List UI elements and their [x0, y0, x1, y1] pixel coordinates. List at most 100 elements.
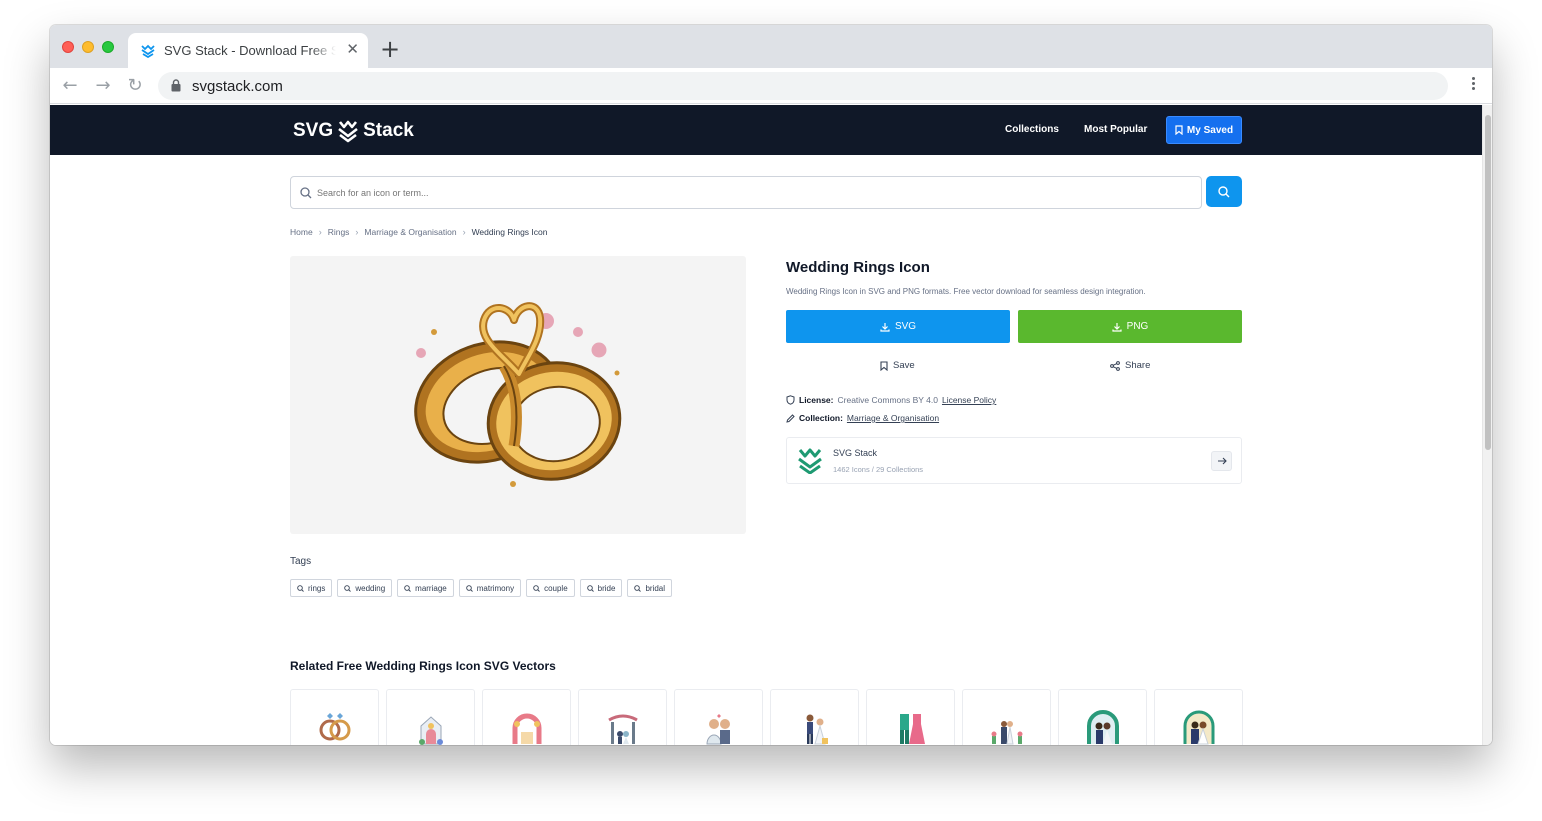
license-value: Creative Commons BY 4.0 — [837, 395, 938, 405]
outfits-icon — [900, 714, 925, 744]
couple-icon — [706, 714, 730, 745]
breadcrumb-rings[interactable]: Rings — [328, 227, 350, 237]
reload-icon[interactable]: ↻ — [123, 74, 147, 98]
logo-text-svg: SVG — [293, 120, 334, 141]
groom-bride-icon — [806, 714, 828, 745]
icon-description: Wedding Rings Icon in SVG and PNG format… — [786, 287, 1146, 296]
chevron-right-icon: › — [318, 227, 322, 237]
related-grid — [290, 689, 1243, 745]
tag-label: matrimony — [476, 583, 515, 593]
page-viewport: SVG Stack Collections Most Popular My Sa… — [50, 105, 1482, 745]
shield-icon — [786, 395, 795, 405]
share-icon — [1110, 360, 1120, 371]
svgstack-favicon-icon — [141, 44, 155, 58]
share-label: Share — [1125, 360, 1151, 371]
couple-portrait-icon — [1183, 710, 1215, 745]
related-card[interactable] — [290, 689, 379, 745]
tag-label: rings — [308, 583, 326, 593]
search-icon — [586, 584, 594, 592]
browser-menu-icon[interactable] — [1472, 77, 1476, 95]
collection-row: Collection: Marriage & Organisation — [786, 413, 939, 423]
minimize-window-button[interactable] — [82, 41, 94, 53]
site-logo[interactable]: SVG Stack — [293, 118, 414, 144]
tab-title: SVG Stack - Download Free SVG Icons — [164, 43, 336, 58]
related-card[interactable] — [674, 689, 763, 745]
search-icon — [344, 584, 352, 592]
scrollbar-thumb[interactable] — [1485, 115, 1491, 450]
search-icon — [1218, 185, 1230, 197]
close-window-button[interactable] — [62, 41, 74, 53]
tag-label: bride — [597, 583, 616, 593]
forward-arrow-icon[interactable]: → — [91, 74, 115, 98]
download-svg-button[interactable]: SVG — [786, 310, 1010, 343]
tag-label: couple — [544, 583, 568, 593]
search-button[interactable] — [1206, 176, 1242, 207]
breadcrumb-home[interactable]: Home — [290, 227, 313, 237]
collection-label: Collection: — [799, 413, 843, 423]
breadcrumb-collection[interactable]: Marriage & Organisation — [364, 227, 456, 237]
tag-marriage[interactable]: marriage — [397, 579, 454, 597]
tab-strip: SVG Stack - Download Free SVG Icons ✕ + — [50, 25, 1492, 68]
license-label: License: — [799, 395, 834, 405]
download-icon — [1112, 322, 1122, 332]
tag-couple[interactable]: couple — [526, 579, 575, 597]
related-card[interactable] — [866, 689, 955, 745]
page-scrollbar[interactable] — [1482, 105, 1492, 745]
couple-arch-icon — [1087, 710, 1119, 744]
collection-card[interactable]: SVG Stack 1462 Icons / 29 Collections — [786, 437, 1242, 484]
close-tab-icon[interactable]: ✕ — [346, 41, 359, 59]
url-text: svgstack.com — [192, 78, 283, 95]
share-button[interactable]: Share — [1110, 360, 1150, 371]
save-button[interactable]: Save — [880, 360, 915, 371]
collection-link[interactable]: Marriage & Organisation — [847, 413, 939, 423]
tag-wedding[interactable]: wedding — [337, 579, 393, 597]
breadcrumb: Home › Rings › Marriage & Organisation ›… — [290, 227, 547, 237]
search-icon — [297, 584, 304, 592]
back-arrow-icon[interactable]: ← — [58, 74, 82, 98]
tag-rings[interactable]: rings — [290, 579, 333, 597]
browser-tab-active[interactable]: SVG Stack - Download Free SVG Icons ✕ — [128, 33, 368, 68]
tag-bride[interactable]: bride — [579, 579, 623, 597]
related-card[interactable] — [578, 689, 667, 745]
collection-card-stats: 1462 Icons / 29 Collections — [833, 465, 924, 474]
related-card[interactable] — [386, 689, 475, 745]
search-icon — [533, 584, 540, 592]
tag-list: rings wedding marriage matrimony couple … — [290, 579, 673, 597]
arrow-right-icon[interactable] — [1211, 451, 1232, 471]
license-policy-link[interactable]: License Policy — [942, 395, 996, 405]
logo-mark-icon — [338, 120, 358, 143]
search-field[interactable] — [290, 176, 1202, 209]
breadcrumb-current: Wedding Rings Icon — [471, 227, 548, 237]
download-png-button[interactable]: PNG — [1018, 310, 1242, 343]
download-svg-label: SVG — [894, 321, 917, 332]
browser-toolbar: ← → ↻ svgstack.com — [50, 68, 1492, 104]
search-icon — [404, 584, 411, 592]
tag-bridal[interactable]: bridal — [627, 579, 673, 597]
new-tab-button[interactable]: + — [380, 37, 400, 61]
related-heading: Related Free Wedding Rings Icon SVG Vect… — [290, 659, 556, 673]
search-icon — [465, 584, 473, 592]
nav-collections[interactable]: Collections — [1005, 124, 1059, 135]
related-card[interactable] — [962, 689, 1051, 745]
search-input[interactable] — [317, 184, 1177, 202]
chapel-icon — [419, 716, 443, 745]
search-icon — [300, 187, 312, 199]
chevron-right-icon: › — [462, 227, 466, 237]
nav-most-popular[interactable]: Most Popular — [1084, 124, 1147, 135]
chevron-right-icon: › — [355, 227, 359, 237]
browser-window: SVG Stack - Download Free SVG Icons ✕ + … — [50, 25, 1492, 745]
icon-title: Wedding Rings Icon — [786, 259, 930, 276]
related-card[interactable] — [482, 689, 571, 745]
address-bar[interactable]: svgstack.com — [158, 72, 1448, 100]
related-card[interactable] — [770, 689, 859, 745]
related-card[interactable] — [1154, 689, 1243, 745]
pencil-icon — [786, 413, 795, 423]
tag-matrimony[interactable]: matrimony — [458, 579, 522, 597]
save-label: Save — [893, 360, 915, 371]
svgstack-logo-icon — [798, 448, 822, 474]
my-saved-button[interactable]: My Saved — [1166, 116, 1242, 144]
tag-label: bridal — [645, 583, 666, 593]
ceremony-icon — [991, 721, 1023, 745]
maximize-window-button[interactable] — [102, 41, 114, 53]
related-card[interactable] — [1058, 689, 1147, 745]
